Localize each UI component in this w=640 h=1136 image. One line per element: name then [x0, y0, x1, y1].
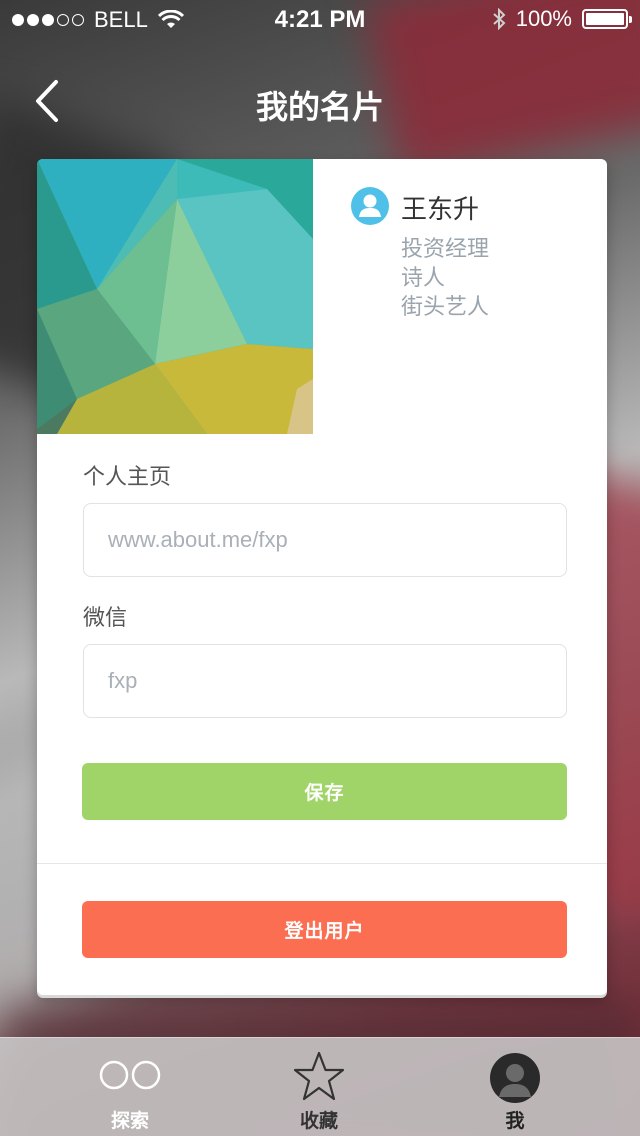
tab-label: 我 — [505, 1110, 525, 1132]
tab-bar: 探索 收藏 我 — [0, 1037, 640, 1136]
homepage-label: 个人主页 — [83, 465, 172, 490]
battery-percent: 100% — [515, 6, 572, 31]
page-title: 我的名片 — [255, 88, 384, 126]
profile-name: 王东升 — [401, 195, 480, 225]
bluetooth-icon — [493, 8, 506, 30]
profile-titles: 投资经理 诗人 街头艺人 — [401, 235, 601, 322]
user-icon — [351, 187, 389, 225]
tab-label: 收藏 — [299, 1110, 338, 1132]
business-card: 王东升 投资经理 诗人 街头艺人 个人主页 微信 保存 登出用户 — [37, 159, 607, 995]
star-icon — [293, 1051, 345, 1101]
save-button[interactable]: 保存 — [82, 763, 567, 820]
logout-button[interactable]: 登出用户 — [82, 901, 567, 958]
tab-explore[interactable]: 探索 — [70, 1038, 190, 1136]
wechat-label: 微信 — [83, 606, 128, 631]
profile-title: 诗人 — [401, 266, 446, 291]
divider — [37, 863, 607, 864]
homepage-input[interactable] — [83, 503, 567, 577]
wechat-input[interactable] — [83, 644, 567, 718]
avatar-icon — [490, 1053, 540, 1103]
tab-label: 探索 — [110, 1110, 149, 1132]
tab-favorites[interactable]: 收藏 — [259, 1038, 379, 1136]
profile-title: 投资经理 — [401, 237, 490, 262]
battery-icon — [582, 9, 632, 29]
status-bar: BELL 4:21 PM 100% — [0, 0, 640, 40]
tab-me[interactable]: 我 — [455, 1038, 575, 1136]
navigation-bar: 我的名片 — [0, 64, 640, 138]
cover-image[interactable] — [37, 159, 313, 434]
explore-icon — [99, 1060, 161, 1090]
profile-title: 街头艺人 — [401, 295, 490, 320]
